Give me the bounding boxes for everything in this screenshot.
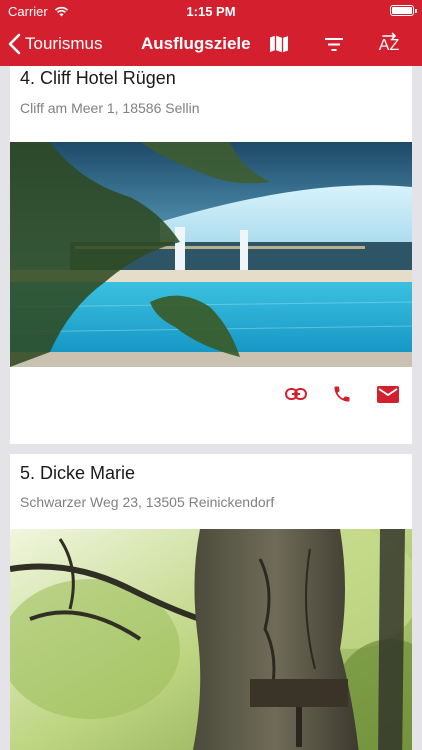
link-icon [285,388,307,400]
place-address: Schwarzer Weg 23, 13505 Reinickendorf [20,494,275,510]
tree-image [10,529,412,750]
filter-icon [325,37,343,51]
chevron-left-icon [8,33,21,55]
mail-icon [377,385,399,403]
place-actions [280,378,404,410]
battery-icon [390,5,417,16]
place-list[interactable]: 4. Cliff Hotel Rügen Cliff am Meer 1, 18… [0,66,422,750]
back-button[interactable]: Tourismus [8,22,102,66]
call-button[interactable] [326,378,358,410]
place-image[interactable] [10,142,412,367]
place-title: 4. Cliff Hotel Rügen [20,68,176,88]
website-link-button[interactable] [280,378,312,410]
sort-button[interactable]: AZ [371,22,407,66]
status-time: 1:15 PM [186,4,236,19]
pool-image [10,142,412,367]
place-card[interactable]: 5. Dicke Marie Schwarzer Weg 23, 13505 R… [10,454,412,750]
page-title: Ausflugsziele [141,34,251,53]
place-image[interactable] [10,529,412,750]
navigation-bar: Tourismus Ausflugsziele AZ [0,22,422,66]
email-button[interactable] [372,378,404,410]
sort-label: AZ [379,37,400,54]
place-card[interactable]: 4. Cliff Hotel Rügen Cliff am Meer 1, 18… [10,66,412,444]
status-bar: Carrier 1:15 PM [0,0,422,22]
map-button[interactable] [261,22,297,66]
filter-button[interactable] [316,22,352,66]
phone-icon [334,386,350,402]
place-title: 5. Dicke Marie [20,463,136,483]
sort-az-icon: AZ [379,32,400,54]
back-button-label: Tourismus [25,34,103,53]
place-address: Cliff am Meer 1, 18586 Sellin [20,100,200,116]
map-icon [270,35,288,53]
